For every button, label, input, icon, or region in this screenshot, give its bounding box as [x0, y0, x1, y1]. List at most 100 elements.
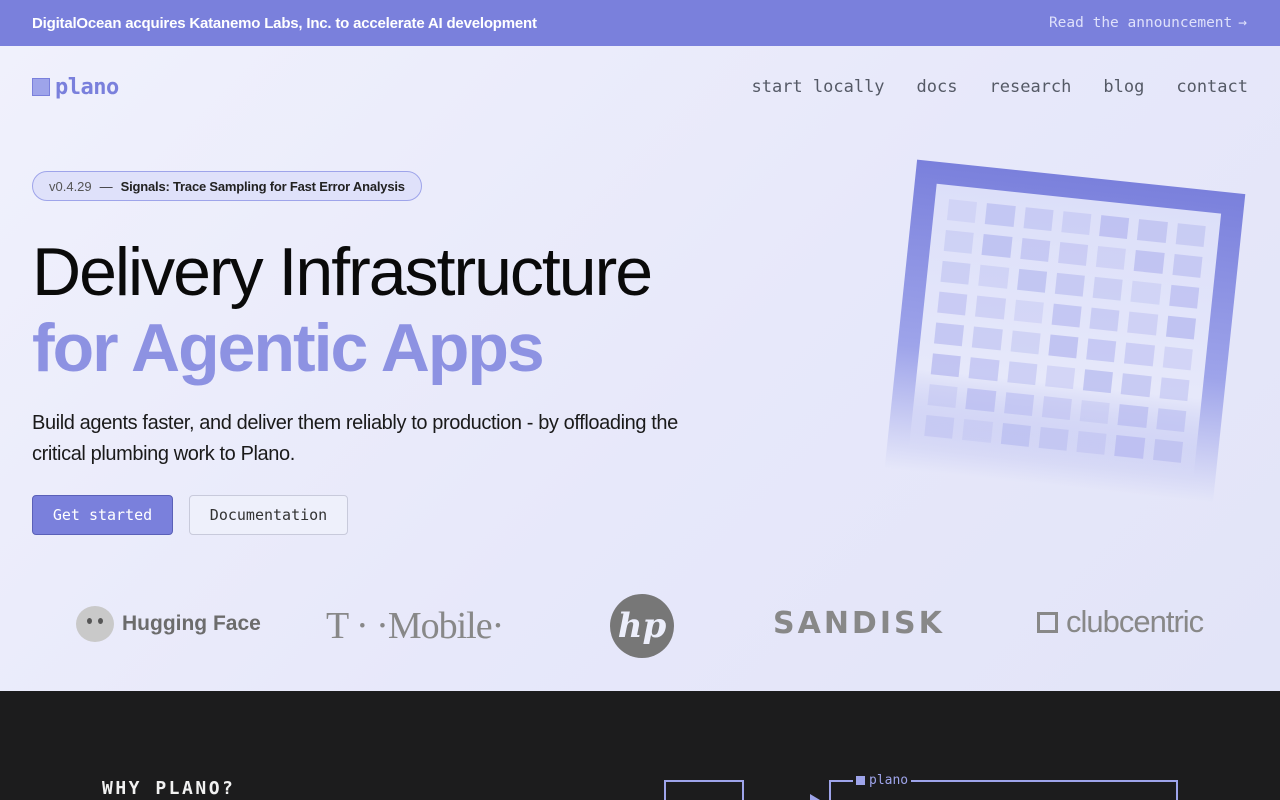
illustration-cell: [1051, 303, 1082, 328]
illustration-cell: [1130, 280, 1162, 305]
illustration-cell: [946, 199, 978, 224]
announcement-bar: DigitalOcean acquires Katanemo Labs, Inc…: [0, 0, 1280, 46]
plano-logo[interactable]: plano: [32, 75, 119, 100]
illustration-cell: [1155, 408, 1187, 433]
illustration-cell: [972, 326, 1003, 351]
nav-link-start-locally[interactable]: start locally: [751, 77, 884, 97]
illustration-cell: [1124, 342, 1155, 367]
headline-line1: Delivery Infrastructure: [32, 234, 653, 310]
illustration-cell: [1096, 246, 1127, 270]
release-pill[interactable]: v0.4.29 — Signals: Trace Sampling for Fa…: [32, 171, 422, 201]
illustration-cell: [1038, 426, 1069, 451]
illustration-cell: [1083, 369, 1114, 394]
illustration-cell: [1048, 334, 1079, 359]
plano-logo-icon: [32, 78, 50, 96]
plano-logo-text: plano: [55, 74, 119, 100]
diagram-plano-label: plano: [853, 773, 912, 788]
illustration-cell: [1016, 268, 1047, 293]
nav-link-docs[interactable]: docs: [917, 77, 958, 97]
nav-links: start locally docs research blog contact: [751, 77, 1248, 97]
nav-link-research[interactable]: research: [990, 77, 1072, 97]
hugging-face-wordmark: Hugging Face: [122, 612, 261, 635]
hugging-face-logo: Hugging Face: [76, 606, 261, 642]
illustration-cell: [1175, 223, 1206, 248]
illustration-cell: [985, 203, 1016, 228]
illustration-cell: [1165, 315, 1197, 340]
nav-link-blog[interactable]: blog: [1103, 77, 1144, 97]
illustration-cell: [924, 414, 955, 439]
illustration-cell: [1079, 400, 1111, 424]
illustration-cell: [965, 388, 996, 412]
t-mobile-logo: T · ·Mobile·: [326, 605, 504, 647]
hp-logo: hp: [610, 594, 674, 658]
illustration-cell: [1076, 430, 1107, 455]
illustration-cell: [975, 295, 1006, 320]
read-announcement-link[interactable]: Read the announcement →: [1049, 15, 1247, 31]
illustration-cell: [1019, 238, 1051, 262]
read-announcement-label: Read the announcement: [1048, 15, 1233, 31]
why-plano-heading: WHY PLANO?: [102, 778, 236, 799]
diagram-plano-mark-icon: [856, 776, 865, 785]
headline-line2: for Agentic Apps: [32, 310, 545, 386]
diagram-arrow-icon: [810, 794, 820, 800]
clubcentric-logo: clubcentric: [1037, 604, 1204, 640]
illustration-cell: [1121, 373, 1152, 398]
hero-subtext: Build agents faster, and deliver them re…: [32, 412, 678, 465]
illustration-cell: [1127, 311, 1158, 336]
illustration-cell: [1117, 404, 1149, 428]
sandisk-logo: SANDISK: [773, 606, 945, 641]
illustration-cell: [927, 384, 958, 408]
hero-illustration-grid: [908, 183, 1222, 479]
documentation-button[interactable]: Documentation: [189, 495, 348, 535]
illustration-cell: [1089, 307, 1120, 332]
illustration-cell: [1137, 219, 1168, 244]
hugging-face-emoji-icon: [76, 606, 114, 642]
announcement-text: DigitalOcean acquires Katanemo Labs, Inc…: [32, 14, 537, 32]
illustration-cell: [940, 260, 971, 285]
diagram-connector: [829, 780, 831, 800]
illustration-cell: [962, 418, 993, 443]
illustration-cell: [981, 233, 1013, 258]
illustration-cell: [1092, 276, 1124, 301]
illustration-cell: [1041, 396, 1073, 420]
illustration-cell: [1006, 361, 1038, 386]
illustration-cell: [1162, 346, 1193, 371]
illustration-cell: [1054, 272, 1086, 297]
illustration-cell: [1099, 215, 1130, 240]
nav-link-contact[interactable]: contact: [1176, 77, 1248, 97]
illustration-cell: [943, 229, 975, 254]
illustration-cell: [1057, 242, 1089, 266]
diagram-plano-label-text: plano: [869, 773, 909, 788]
illustration-cell: [1023, 207, 1054, 232]
illustration-cell: [1159, 377, 1190, 402]
why-plano-section: WHY PLANO? plano: [0, 691, 1280, 800]
top-nav: plano start locally docs research blog c…: [32, 72, 1248, 102]
illustration-cell: [1010, 330, 1041, 355]
customer-logos: Hugging Face T · ·Mobile· hp SANDISK clu…: [0, 586, 1280, 666]
illustration-cell: [1003, 392, 1034, 416]
release-separator: —: [99, 178, 113, 194]
release-version: v0.4.29: [49, 178, 92, 194]
illustration-cell: [1152, 438, 1184, 463]
illustration-cell: [1061, 211, 1092, 236]
illustration-cell: [1114, 434, 1145, 459]
diagram-client-box: [664, 780, 744, 800]
illustration-cell: [1134, 250, 1165, 274]
release-title: Signals: Trace Sampling for Fast Error A…: [120, 178, 405, 194]
illustration-cell: [933, 322, 965, 347]
arrow-right-icon: →: [1238, 15, 1247, 31]
illustration-cell: [1168, 284, 1200, 309]
clubcentric-mark-icon: [1037, 611, 1058, 633]
illustration-cell: [968, 357, 1000, 382]
get-started-button[interactable]: Get started: [32, 495, 173, 535]
illustration-cell: [1044, 365, 1076, 390]
illustration-cell: [1086, 338, 1117, 363]
hero-illustration: [884, 159, 1246, 503]
hero-section: plano start locally docs research blog c…: [0, 46, 1280, 691]
illustration-cell: [930, 353, 962, 378]
clubcentric-wordmark: clubcentric: [1066, 604, 1204, 639]
illustration-cell: [978, 264, 1009, 289]
illustration-cell: [1013, 299, 1044, 324]
illustration-cell: [937, 291, 968, 316]
illustration-cell: [1000, 422, 1031, 447]
